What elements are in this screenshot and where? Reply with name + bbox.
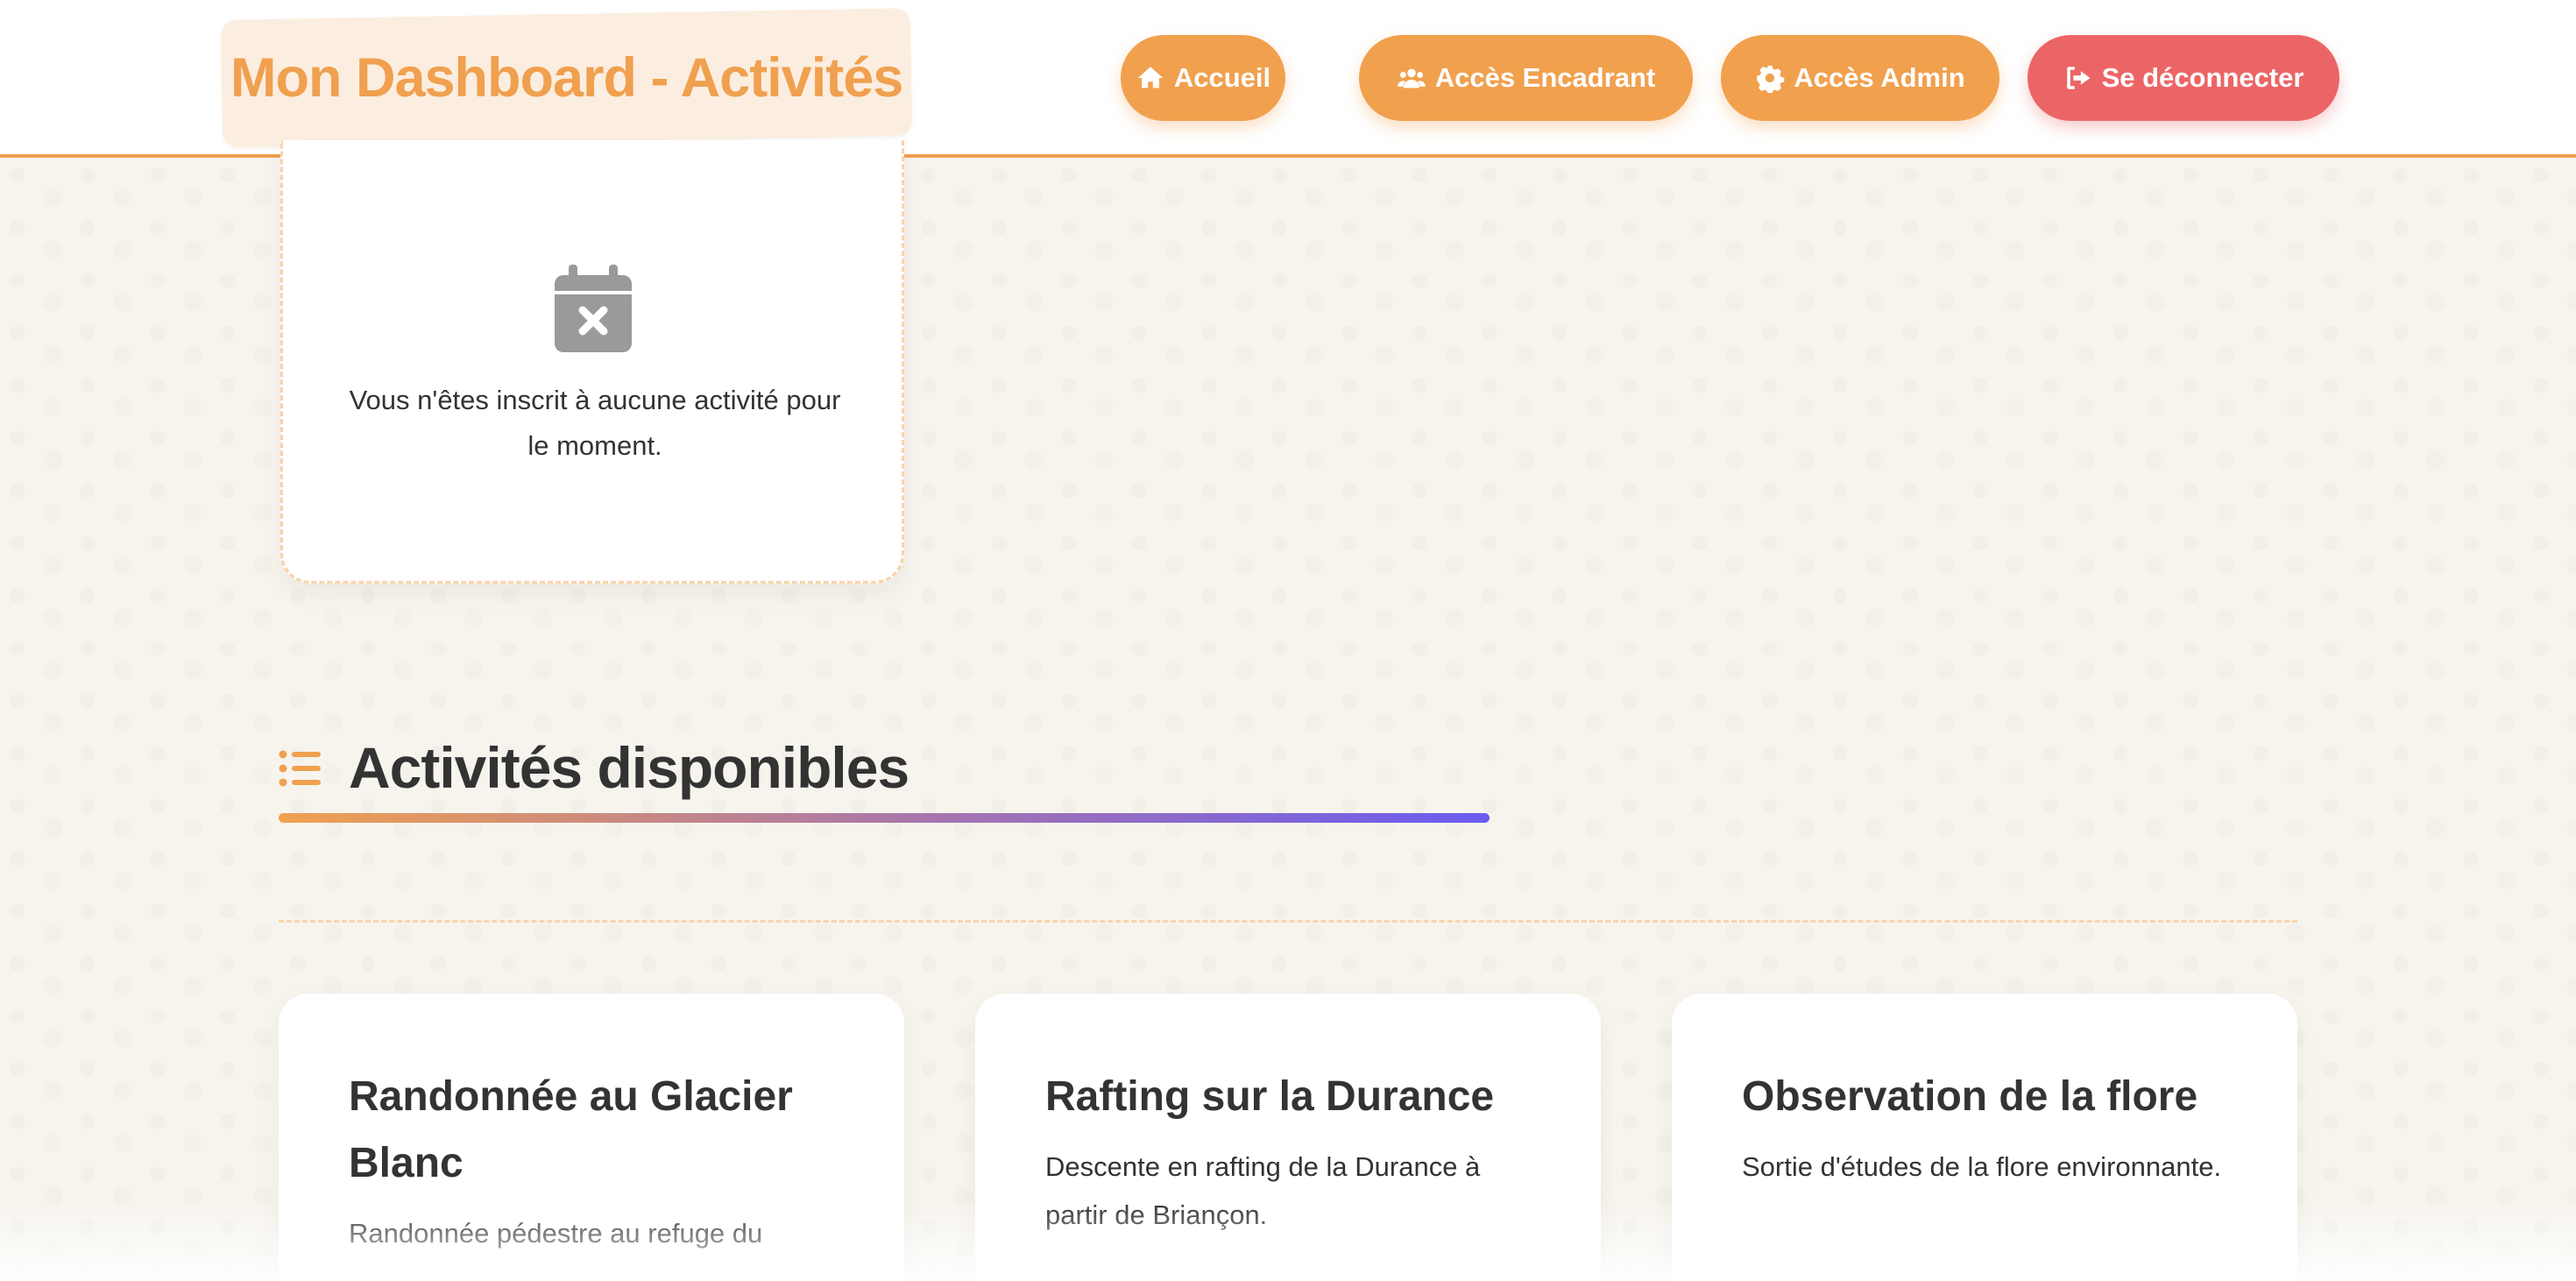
activity-description: Descente en rafting de la Durance à part… [1045,1151,1481,1230]
activity-title: Randonnée au Glacier Blanc [349,1073,793,1186]
users-icon [1397,68,1426,88]
admin-access-label: Accès Admin [1794,62,1965,93]
list-icon [279,750,321,787]
supervisor-access-label: Accès Encadrant [1434,62,1656,93]
home-button-label: Accueil [1173,62,1271,93]
activity-description: Sortie d'études de la flore environnante… [1742,1151,2222,1182]
page-title: Mon Dashboard - Activités [230,47,903,109]
home-icon [1137,67,1164,88]
brand-badge: Mon Dashboard - Activités [220,8,913,148]
admin-access-button[interactable]: Accès Admin [1721,35,1999,121]
activity-card[interactable]: Observation de la flore Sortie d'études … [1672,994,2297,1281]
logout-icon [2066,67,2091,89]
empty-state-message: Vous n'êtes inscrit à aucune activité po… [349,385,841,461]
section-divider [279,920,2297,923]
gear-icon [1757,65,1785,93]
heading-underline [279,813,1490,823]
activity-card[interactable]: Randonnée au Glacier Blanc Randonnée péd… [279,994,904,1281]
activity-description: Randonnée pédestre au refuge du [349,1218,763,1249]
activity-title: Rafting sur la Durance [1045,1073,1495,1120]
top-header: Mon Dashboard - Activités Accueil Accès … [0,0,2576,158]
activity-title: Observation de la flore [1742,1073,2198,1120]
home-button[interactable]: Accueil [1121,35,1285,121]
logout-button-label: Se déconnecter [2101,62,2304,93]
my-activities-empty-card: Vous n'êtes inscrit à aucune activité po… [280,140,904,584]
available-activities-heading: Activités disponibles [349,735,909,800]
calendar-x-icon [555,265,632,352]
supervisor-access-button[interactable]: Accès Encadrant [1359,35,1693,121]
logout-button[interactable]: Se déconnecter [2028,35,2339,121]
activity-card[interactable]: Rafting sur la Durance Descente en rafti… [975,994,1601,1281]
